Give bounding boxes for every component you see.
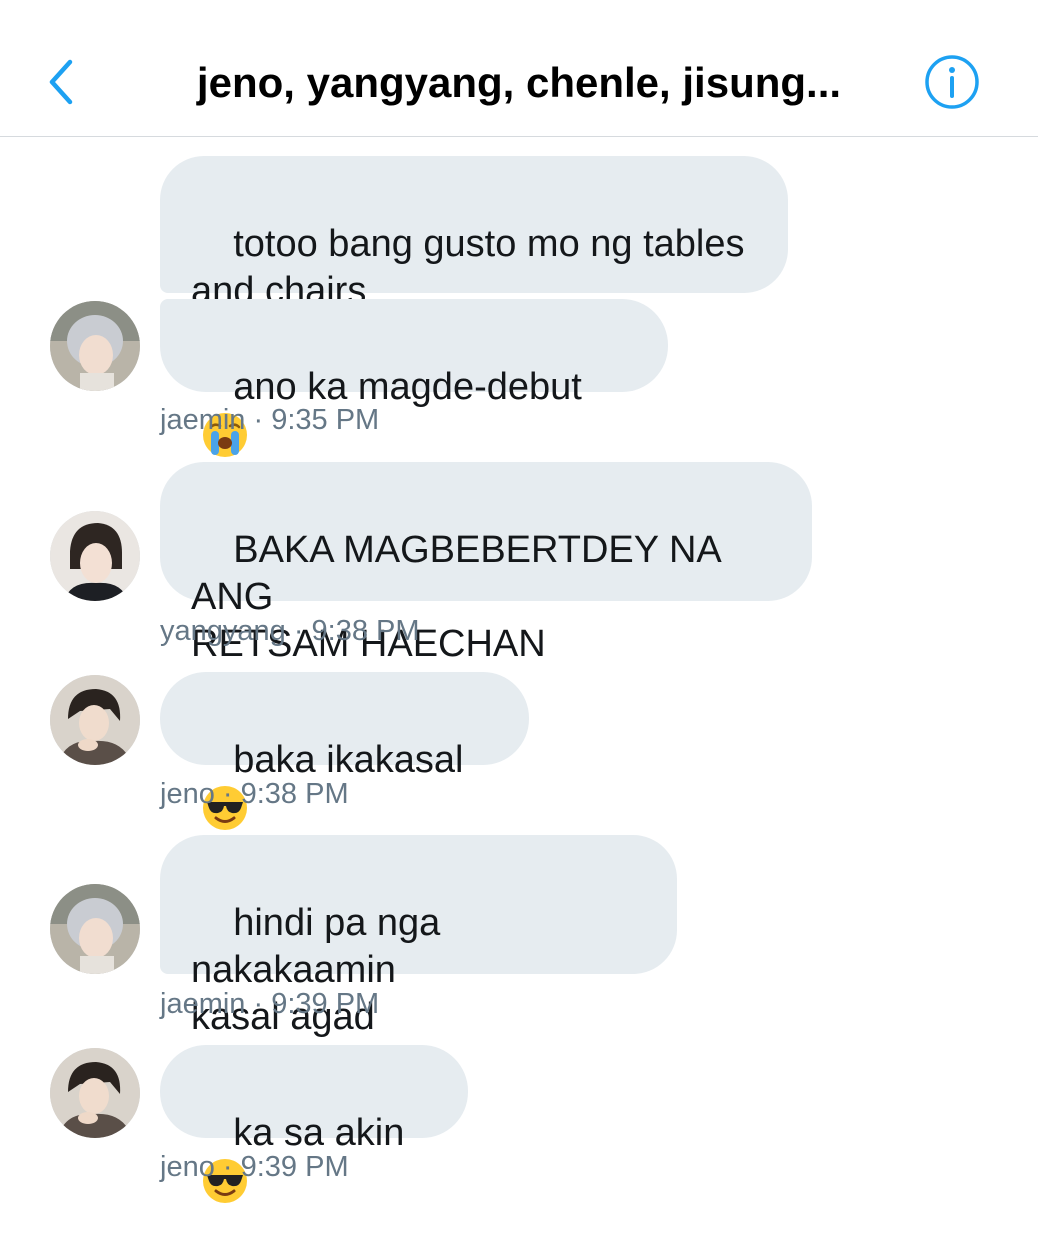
avatar[interactable] [50, 301, 140, 391]
avatar[interactable] [50, 675, 140, 765]
chevron-left-icon [49, 59, 73, 105]
back-button[interactable] [36, 52, 86, 112]
message-meta: jaemin · 9:35 PM [160, 404, 380, 436]
conversation-header: jeno, yangyang, chenle, jisung... [0, 0, 1038, 137]
message-meta: jeno · 9:38 PM [160, 778, 349, 810]
avatar[interactable] [50, 511, 140, 601]
message-bubble[interactable]: baka ikakasal [160, 672, 529, 830]
message-text: baka ikakasal [233, 739, 464, 781]
avatar[interactable] [50, 884, 140, 974]
message-bubble[interactable]: BAKA MAGBEBERTDEY NA ANG RETSAM HAECHAN [160, 462, 812, 665]
avatar[interactable] [50, 1048, 140, 1138]
message-bubble[interactable]: ano ka magde-debut [160, 299, 668, 457]
message-text: ka sa akin [233, 1112, 405, 1154]
message-bubble[interactable]: totoo bang gusto mo ng tables and chairs [160, 156, 788, 312]
message-meta: yangyang · 9:38 PM [160, 615, 420, 647]
message-meta: jaemin · 9:39 PM [160, 988, 380, 1020]
message-meta: jeno · 9:39 PM [160, 1151, 349, 1183]
message-bubble[interactable]: hindi pa nga nakakaamin kasal agad [160, 835, 677, 1038]
conversation-title[interactable]: jeno, yangyang, chenle, jisung... [150, 54, 888, 112]
message-list[interactable]: totoo bang gusto mo ng tables and chairs… [0, 137, 1038, 1203]
info-circle-icon [925, 55, 979, 109]
info-button[interactable] [922, 52, 982, 112]
message-bubble[interactable]: ka sa akin [160, 1045, 468, 1203]
